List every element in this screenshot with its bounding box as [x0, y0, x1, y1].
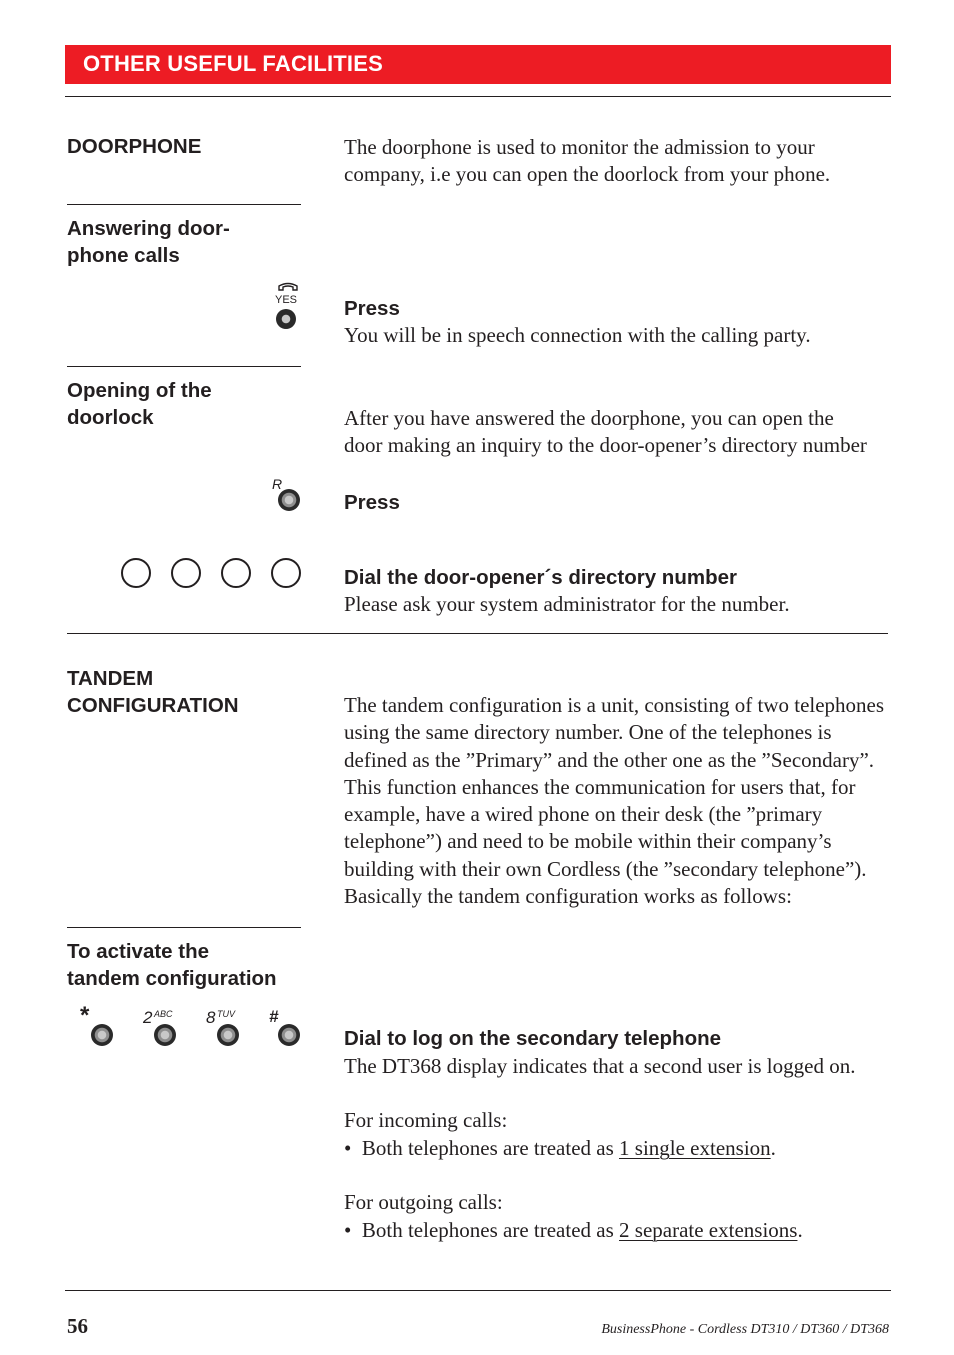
- tandem-body-line: using the same directory number. One of …: [344, 720, 832, 745]
- header-divider: [65, 96, 891, 97]
- tandem-heading-line: TANDEM: [67, 667, 154, 690]
- key-2[interactable]: 2 ABC: [143, 1008, 183, 1048]
- key-8[interactable]: 8 TUV: [206, 1008, 246, 1048]
- key-8-button-icon: [217, 1024, 239, 1046]
- incoming-bullet-end: .: [770, 1136, 776, 1160]
- key-8-letters: TUV: [217, 1009, 235, 1019]
- footer-product-title: BusinessPhone - Cordless DT310 / DT360 /…: [601, 1322, 889, 1337]
- activate-step-text: The DT368 display indicates that a secon…: [344, 1054, 856, 1078]
- r-key[interactable]: R: [270, 476, 306, 512]
- footer-divider: [65, 1290, 891, 1291]
- key-8-label: 8: [206, 1008, 216, 1027]
- doorphone-intro-line: The doorphone is used to monitor the adm…: [344, 135, 815, 159]
- outgoing-bullet: • Both telephones are treated as 2 separ…: [344, 1217, 904, 1244]
- section-banner: OTHER USEFUL FACILITIES: [65, 45, 891, 84]
- section-title: OTHER USEFUL FACILITIES: [83, 51, 383, 76]
- tandem-body-line: building with their own Cordless (the ”s…: [344, 856, 867, 881]
- doorphone-heading: DOORPHONE: [67, 135, 202, 158]
- tandem-body-line: The tandem configuration is a unit, cons…: [344, 693, 885, 717]
- outgoing-label: For outgoing calls:: [344, 1190, 503, 1214]
- digit-placeholder-icon: [171, 558, 201, 588]
- outgoing-bullet-text: Both telephones are treated as: [361, 1218, 620, 1242]
- doorlock-dial-text: Please ask your system administrator for…: [344, 592, 790, 616]
- hash-key-button-icon: [278, 1024, 300, 1046]
- doorlock-press-title: Press: [344, 491, 400, 514]
- r-key-label: R: [272, 476, 283, 492]
- digit-placeholder-icon: [121, 558, 151, 588]
- tandem-body: The tandem configuration is a unit, cons…: [344, 692, 904, 910]
- key-2-letters: ABC: [154, 1009, 173, 1019]
- incoming-label: For incoming calls:: [344, 1108, 508, 1132]
- tandem-body-line: defined as the ”Primary” and the other o…: [344, 747, 875, 772]
- answering-step-title: Press: [344, 297, 400, 320]
- yes-key[interactable]: YES: [272, 282, 304, 332]
- doorlock-intro-line: door making an inquiry to the door-opene…: [344, 433, 867, 458]
- answering-heading-line: phone calls: [67, 244, 180, 267]
- tandem-body-line: Basically the tandem configuration works…: [344, 884, 792, 909]
- doorlock-heading: Opening of the doorlock: [67, 377, 212, 431]
- activate-heading: To activate the tandem configuration: [67, 938, 277, 992]
- activate-step-title: Dial to log on the secondary telephone: [344, 1027, 722, 1050]
- yes-key-label: YES: [275, 294, 298, 306]
- key-2-label: 2: [143, 1008, 153, 1027]
- section-divider: [67, 633, 888, 634]
- digit-placeholder-icon: [221, 558, 251, 588]
- digit-placeholder-icon: [271, 558, 301, 588]
- doorlock-dial-title: Dial the door-opener´s directory number: [344, 566, 737, 589]
- doorlock-heading-line: Opening of the: [67, 379, 212, 402]
- answering-heading: Answering door- phone calls: [67, 215, 230, 269]
- tandem-body-line: This function enhances the communication…: [344, 774, 856, 799]
- doorlock-heading-line: doorlock: [67, 406, 154, 429]
- answering-step-text: You will be in speech connection with th…: [344, 323, 811, 347]
- page-number: 56: [67, 1314, 88, 1338]
- yes-key-button-icon: [276, 309, 296, 329]
- tandem-body-line: telephone”) and need to be mobile within…: [344, 829, 832, 854]
- doorphone-intro-line: company, i.e you can open the doorlock f…: [344, 162, 831, 187]
- tandem-body-line: example, have a wired phone on their des…: [344, 802, 823, 827]
- hash-key-label: #: [269, 1007, 279, 1026]
- activate-heading-line: tandem configuration: [67, 967, 277, 990]
- incoming-bullet-emphasis: 1 single extension: [619, 1136, 771, 1160]
- doorlock-intro: After you have answered the doorphone, y…: [344, 405, 904, 460]
- outgoing-bullet-emphasis: 2 separate extensions: [619, 1218, 798, 1242]
- answering-heading-line: Answering door-: [67, 217, 230, 240]
- outgoing-bullet-end: .: [797, 1218, 803, 1242]
- r-key-button-icon: [278, 489, 300, 511]
- bullet-icon: •: [344, 1218, 352, 1242]
- star-key[interactable]: *: [80, 1002, 116, 1048]
- doorlock-intro-line: After you have answered the doorphone, y…: [344, 406, 834, 430]
- key-2-button-icon: [154, 1024, 176, 1046]
- incoming-bullet-text: Both telephones are treated as: [361, 1136, 620, 1160]
- side-divider: [67, 927, 301, 928]
- side-divider: [67, 204, 301, 205]
- side-divider: [67, 366, 301, 367]
- activate-heading-line: To activate the: [67, 940, 210, 963]
- handset-icon: [278, 282, 298, 291]
- incoming-bullet: • Both telephones are treated as 1 singl…: [344, 1135, 904, 1162]
- hash-key[interactable]: #: [268, 1007, 304, 1048]
- bullet-icon: •: [344, 1136, 352, 1160]
- doorphone-intro: The doorphone is used to monitor the adm…: [344, 134, 894, 189]
- tandem-heading-line: CONFIGURATION: [67, 694, 239, 717]
- star-key-button-icon: [91, 1024, 113, 1046]
- star-key-label: *: [80, 1002, 90, 1029]
- tandem-heading: TANDEM CONFIGURATION: [67, 665, 239, 719]
